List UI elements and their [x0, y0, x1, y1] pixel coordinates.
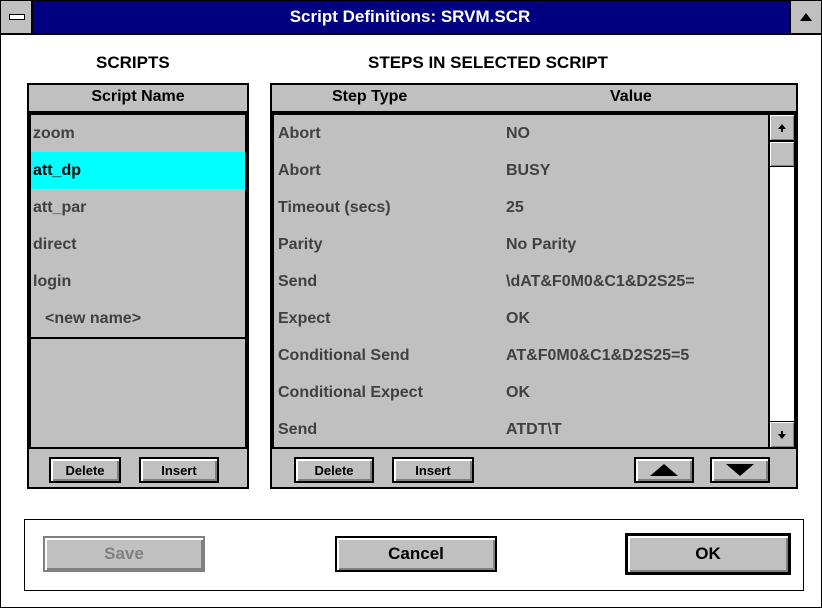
scroll-down-arrow-icon [778, 430, 786, 439]
script-definitions-window: Script Definitions: SRVM.SCR SCRIPTS STE… [0, 0, 822, 608]
triangle-down-icon [726, 464, 754, 476]
script-item-att-dp[interactable]: att_dp [31, 152, 245, 189]
move-step-up-button[interactable] [634, 457, 694, 483]
steps-scrollbar[interactable] [768, 115, 794, 447]
step-row[interactable]: Abort NO [274, 115, 768, 152]
script-item-zoom[interactable]: zoom [31, 115, 245, 152]
step-type: Abort [278, 125, 321, 142]
step-value: BUSY [506, 162, 551, 179]
step-value: OK [506, 310, 530, 327]
scripts-section-title: SCRIPTS [96, 53, 170, 72]
step-type: Parity [278, 236, 323, 253]
steps-delete-button[interactable]: Delete [294, 457, 374, 483]
move-step-down-button[interactable] [710, 457, 770, 483]
step-value: OK [506, 384, 530, 401]
steps-section-title: STEPS IN SELECTED SCRIPT [368, 53, 608, 72]
step-row[interactable]: Abort BUSY [274, 152, 768, 189]
save-button[interactable]: Save [43, 536, 205, 572]
step-value: ATDT\T [506, 421, 562, 438]
step-value: 25 [506, 199, 524, 216]
scripts-panel: Script Name zoom att_dp att_par direct l… [27, 83, 249, 489]
title-bar[interactable]: Script Definitions: SRVM.SCR [1, 1, 821, 35]
steps-table-header: Step Type Value [272, 85, 796, 113]
maximize-button[interactable] [789, 1, 821, 33]
step-value: AT&F0M0&C1&D2S25=5 [506, 347, 690, 364]
script-item-att-par[interactable]: att_par [31, 189, 245, 226]
step-value: \dAT&F0M0&C1&D2S25= [506, 273, 695, 290]
ok-button[interactable]: OK [625, 533, 791, 575]
step-type: Expect [278, 310, 331, 327]
scroll-thumb[interactable] [770, 141, 794, 167]
scroll-up-arrow-icon [778, 123, 786, 132]
dialog-buttons-box: Save Cancel OK [24, 519, 804, 591]
step-type: Abort [278, 162, 321, 179]
value-column-header: Value [610, 88, 652, 105]
script-name-column-header: Script Name [91, 88, 185, 105]
up-arrow-icon [800, 13, 812, 21]
step-value: NO [506, 125, 530, 142]
scroll-up-button[interactable] [770, 115, 794, 141]
scripts-list-header: Script Name [29, 85, 247, 113]
step-type: Send [278, 273, 318, 290]
scripts-list[interactable]: zoom att_dp att_par direct login <new na… [29, 113, 247, 449]
scripts-delete-button[interactable]: Delete [49, 457, 121, 483]
script-item-new-name[interactable]: <new name> [31, 300, 245, 339]
cancel-button[interactable]: Cancel [335, 536, 497, 572]
steps-insert-button[interactable]: Insert [392, 457, 474, 483]
steps-panel: Step Type Value Abort NO Abort BUSY Time… [270, 83, 798, 489]
system-menu-icon [9, 14, 25, 20]
step-type: Conditional Expect [278, 384, 423, 401]
script-item-direct[interactable]: direct [31, 226, 245, 263]
script-item-login[interactable]: login [31, 263, 245, 300]
step-row[interactable]: Timeout (secs) 25 [274, 189, 768, 226]
steps-list[interactable]: Abort NO Abort BUSY Timeout (secs) 25 Pa… [272, 113, 796, 449]
scripts-insert-button[interactable]: Insert [139, 457, 219, 483]
step-row[interactable]: Send ATDT\T [274, 411, 768, 448]
system-menu-button[interactable] [1, 1, 33, 33]
step-value: No Parity [506, 236, 577, 253]
step-type: Timeout (secs) [278, 199, 391, 216]
step-row[interactable]: Expect OK [274, 300, 768, 337]
step-row[interactable]: Conditional Send AT&F0M0&C1&D2S25=5 [274, 337, 768, 374]
step-row[interactable]: Parity No Parity [274, 226, 768, 263]
scroll-down-button[interactable] [770, 421, 794, 447]
step-row[interactable]: Send \dAT&F0M0&C1&D2S25= [274, 263, 768, 300]
triangle-up-icon [650, 464, 678, 476]
step-type: Send [278, 421, 318, 438]
step-type: Conditional Send [278, 347, 410, 364]
step-type-column-header: Step Type [332, 88, 408, 105]
step-row[interactable]: Conditional Expect OK [274, 374, 768, 411]
window-title: Script Definitions: SRVM.SCR [289, 7, 531, 26]
